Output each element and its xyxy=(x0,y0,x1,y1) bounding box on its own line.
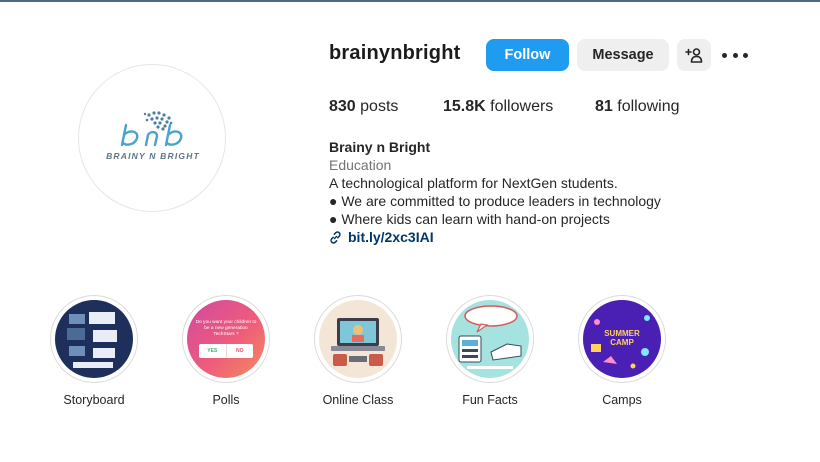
highlight-cover-fun-facts xyxy=(451,300,529,378)
storyboard-cover-icon xyxy=(67,312,117,368)
bio-link-text: bit.ly/2xc3IAI xyxy=(348,229,434,245)
fun-facts-illustration-icon xyxy=(458,305,522,369)
bio-line: ● Where kids can learn with hand-on proj… xyxy=(329,211,610,227)
bio-line: ● We are committed to produce leaders in… xyxy=(329,193,661,209)
more-horizontal-icon xyxy=(722,52,727,58)
highlight-label: Online Class xyxy=(322,393,394,407)
following-label: following xyxy=(617,98,680,115)
following-stat[interactable]: 81 following xyxy=(595,98,680,116)
posts-stat: 830 posts xyxy=(329,98,398,116)
bio-name: Brainy n Bright xyxy=(329,139,431,155)
follow-button[interactable]: Follow xyxy=(486,39,569,71)
poll-options: YES NO xyxy=(199,344,253,358)
camp-title-line: SUMMER xyxy=(604,329,640,338)
person-plus-icon xyxy=(685,48,703,63)
posts-label: posts xyxy=(360,98,399,115)
brand-logo-icon xyxy=(120,111,183,147)
followers-count: 15.8K xyxy=(443,98,486,115)
highlight-fun-facts[interactable]: Fun Facts xyxy=(440,295,540,407)
followers-label: followers xyxy=(490,98,554,115)
poll-yes: YES xyxy=(199,344,227,358)
profile-avatar[interactable]: BRAINY N BRIGHT xyxy=(78,64,226,212)
more-options-button[interactable] xyxy=(722,46,748,64)
highlight-polls[interactable]: Do you want your children to be a new ge… xyxy=(176,295,276,407)
highlight-ring: Do you want your children to be a new ge… xyxy=(182,295,270,383)
highlight-cover-polls: Do you want your children to be a new ge… xyxy=(187,300,265,378)
camp-title: SUMMER CAMP xyxy=(583,329,661,347)
laptop-illustration-icon xyxy=(331,318,385,366)
more-dot xyxy=(732,52,738,58)
link-icon xyxy=(330,230,341,244)
highlight-label: Fun Facts xyxy=(462,393,518,407)
posts-count: 830 xyxy=(329,98,356,115)
highlight-ring xyxy=(50,295,138,383)
bio-line: A technological platform for NextGen stu… xyxy=(329,175,618,191)
followers-stat[interactable]: 15.8K followers xyxy=(443,98,553,116)
bio-category: Education xyxy=(329,157,392,173)
following-count: 81 xyxy=(595,98,613,115)
highlight-camps[interactable]: SUMMER CAMP Camps xyxy=(572,295,672,407)
poll-no: NO xyxy=(236,348,244,354)
highlight-label: Polls xyxy=(212,393,240,407)
highlight-label: Camps xyxy=(602,393,642,407)
highlight-ring xyxy=(314,295,402,383)
profile-username: brainynbright xyxy=(329,42,461,64)
suggest-accounts-button[interactable] xyxy=(677,39,711,71)
top-border xyxy=(0,0,820,2)
highlight-ring: SUMMER CAMP xyxy=(578,295,666,383)
highlight-cover-camps: SUMMER CAMP xyxy=(583,300,661,378)
poll-question: Do you want your children to be a new ge… xyxy=(195,320,257,337)
highlight-ring xyxy=(446,295,534,383)
more-dot xyxy=(743,52,748,58)
avatar-logo-caption: BRAINY N BRIGHT xyxy=(106,151,200,161)
message-button[interactable]: Message xyxy=(577,39,669,71)
bio-link[interactable]: bit.ly/2xc3IAI xyxy=(329,228,434,246)
highlight-online-class[interactable]: Online Class xyxy=(308,295,408,407)
highlight-cover-online-class xyxy=(319,300,397,378)
camp-title-line: CAMP xyxy=(610,338,634,347)
highlight-storyboard[interactable]: Storyboard xyxy=(44,295,144,407)
highlight-label: Storyboard xyxy=(63,393,125,407)
highlight-cover-storyboard xyxy=(55,300,133,378)
